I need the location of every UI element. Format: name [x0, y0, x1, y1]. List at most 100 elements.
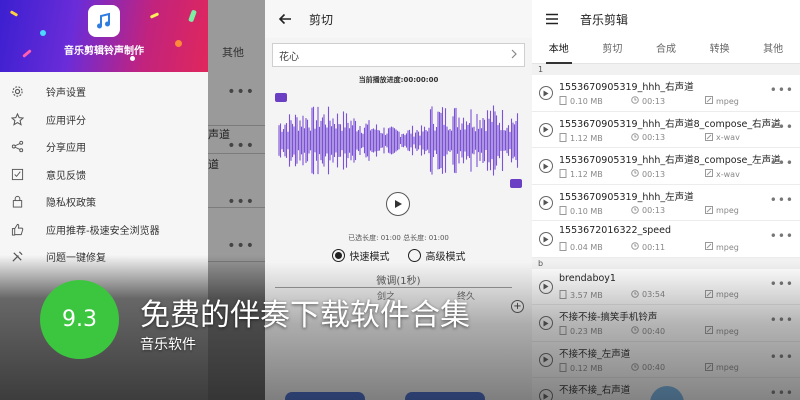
lock-icon	[10, 195, 24, 209]
play-icon[interactable]	[539, 279, 553, 294]
file-format: mpeg	[705, 242, 739, 252]
play-button[interactable]	[386, 192, 410, 216]
file-icon	[559, 326, 567, 337]
file-name: 1553670905319_hhh_右声道	[559, 82, 694, 93]
file-duration: 03:54	[631, 289, 666, 300]
drawer-menu: 铃声设置 应用评分 分享应用 意见反馈 隐私权政策 应用推荐-极速安全浏览器	[0, 72, 208, 271]
file-duration-value: 00:13	[642, 169, 666, 179]
tab-local[interactable]: 本地	[532, 38, 586, 64]
app-name: 音乐剪辑铃声制作	[64, 46, 144, 57]
file-size-value: 0.10 MB	[570, 97, 603, 106]
song-selector[interactable]: 花心	[272, 43, 525, 67]
play-icon[interactable]	[539, 389, 553, 400]
menu-item-label: 意见反馈	[46, 170, 86, 182]
file-size-value: 0.23 MB	[570, 327, 603, 336]
tab-convert[interactable]: 转换	[693, 38, 747, 63]
list-item[interactable]: 1553670905319_hhh_右声道 0.10 MB 00:13 mpeg •••	[532, 75, 800, 112]
file-size: 0.12 MB	[559, 362, 603, 374]
tab-compose[interactable]: 合成	[639, 38, 693, 63]
play-icon[interactable]	[539, 122, 553, 137]
file-icon	[559, 169, 567, 180]
back-arrow-icon[interactable]	[265, 12, 305, 26]
tab-bar: 本地 剪切 合成 转换 其他	[532, 38, 800, 64]
menu-item-rate-app[interactable]: 应用评分	[0, 106, 208, 134]
editor-topbar: 剪切	[265, 0, 532, 38]
more-options-icon[interactable]: •••	[770, 350, 794, 364]
thumbs-up-icon	[10, 222, 24, 236]
format-icon	[705, 132, 713, 143]
star-icon	[10, 112, 24, 126]
more-options-icon[interactable]: •••	[770, 386, 794, 400]
action-button-right[interactable]	[405, 392, 485, 400]
menu-item-label: 铃声设置	[46, 88, 86, 100]
file-format-value: mpeg	[716, 290, 739, 299]
menu-item-share-app[interactable]: 分享应用	[0, 133, 208, 161]
file-format-value: x-wav	[716, 169, 740, 179]
tab-cut[interactable]: 剪切	[586, 38, 640, 63]
play-icon[interactable]	[539, 86, 553, 100]
play-icon[interactable]	[539, 232, 553, 246]
action-button-left[interactable]	[285, 392, 365, 400]
more-options-icon[interactable]: •••	[770, 229, 794, 243]
file-icon	[559, 132, 567, 144]
menu-item-ringtone-settings[interactable]: 铃声设置	[0, 78, 208, 106]
more-options-icon[interactable]: •••	[770, 193, 794, 207]
menu-icon[interactable]	[532, 13, 572, 25]
more-options-icon[interactable]: •••	[770, 83, 794, 97]
app-logo-icon	[88, 5, 120, 37]
more-options-icon[interactable]: •••	[770, 156, 794, 170]
file-duration: 00:13	[631, 169, 665, 179]
fast-mode-radio[interactable]: 快速模式	[331, 248, 390, 263]
waveform	[278, 105, 519, 176]
play-icon[interactable]	[539, 195, 553, 210]
file-size: 3.57 MB	[559, 289, 603, 301]
right-screenshot-panel: 音乐剪辑 本地 剪切 合成 转换 其他 1 1553670905319_hhh_…	[532, 0, 800, 400]
score-badge: 9.3	[40, 280, 119, 359]
chevron-right-icon	[510, 49, 518, 62]
format-icon	[705, 242, 713, 252]
file-icon	[559, 96, 567, 107]
more-options-icon[interactable]: •••	[770, 313, 794, 327]
menu-item-privacy-policy[interactable]: 隐私权政策	[0, 188, 208, 216]
list-item[interactable]: 1553670905319_hhh_右声道8_compose_左声道 1.12 M…	[532, 148, 800, 185]
start-handle[interactable]	[275, 93, 287, 102]
play-icon[interactable]	[539, 316, 553, 330]
list-item[interactable]: brendaboy1 3.57 MB 03:54 mpeg •••	[532, 269, 800, 305]
page-title: 音乐剪辑	[580, 12, 629, 27]
list-item[interactable]: 1553672016322_speed 0.04 MB 00:11 mpeg •••	[532, 221, 800, 258]
file-format-value: mpeg	[716, 206, 739, 215]
tab-other[interactable]: 其他	[746, 38, 800, 63]
file-size: 1.12 MB	[559, 169, 603, 180]
divider	[275, 287, 512, 288]
list-item[interactable]: 不接不接_左声道 0.12 MB 00:40 mpeg •••	[532, 342, 800, 378]
format-icon	[705, 289, 713, 300]
more-options-icon[interactable]: •••	[770, 120, 794, 134]
advanced-mode-radio[interactable]: 高级模式	[407, 248, 466, 263]
list-item[interactable]: 1553670905319_hhh_左声道 0.10 MB 00:13 mpeg •••	[532, 185, 800, 221]
play-icon[interactable]	[539, 352, 553, 367]
list-item[interactable]: 不接不接-搞笑手机铃声 0.23 MB 00:40 mpeg •••	[532, 305, 800, 342]
file-icon	[559, 242, 567, 253]
menu-item-label: 应用推荐-极速安全浏览器	[46, 225, 160, 237]
file-format: x-wav	[705, 132, 740, 143]
file-name: 不接不接_左声道	[559, 348, 631, 360]
increase-button[interactable]: +	[511, 300, 524, 313]
list-item[interactable]: 1553670905319_hhh_右声道8_compose_右声道 1.12 M…	[532, 112, 800, 148]
menu-item-app-recommend[interactable]: 应用推荐-极速安全浏览器	[0, 216, 208, 244]
waveform-editor[interactable]	[275, 93, 522, 188]
file-duration-value: 03:54	[642, 290, 666, 299]
clock-icon	[631, 96, 639, 106]
advanced-mode-label: 高级模式	[425, 252, 466, 263]
end-handle[interactable]	[510, 179, 522, 188]
fine-tune-label: 微调(1秒)	[376, 276, 421, 287]
left-screenshot-panel: 其他 ••• 声道 ••• 道 ••• ••• 音乐剪辑铃声制作 铃声设置 应用评分	[0, 0, 265, 400]
background-row-text: 道	[208, 158, 219, 171]
file-format: mpeg	[705, 289, 739, 300]
file-duration: 00:13	[631, 205, 665, 216]
file-size-value: 0.12 MB	[570, 363, 603, 373]
format-icon	[705, 205, 713, 216]
menu-item-feedback[interactable]: 意见反馈	[0, 161, 208, 189]
play-icon[interactable]	[539, 159, 553, 173]
format-icon	[705, 96, 713, 106]
more-options-icon[interactable]: •••	[770, 277, 794, 291]
